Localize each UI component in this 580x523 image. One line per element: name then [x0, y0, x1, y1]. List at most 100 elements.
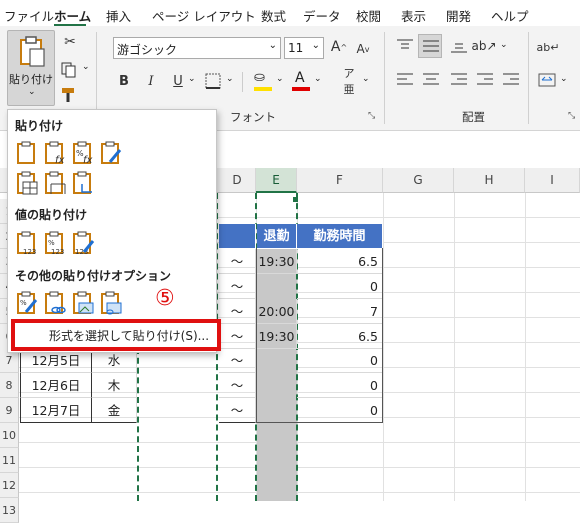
column-header-e[interactable]: E — [256, 168, 297, 193]
paste-values-icon[interactable]: 123 — [14, 230, 40, 256]
day-cell[interactable]: 木 — [92, 373, 137, 398]
decrease-font-icon[interactable]: Av — [354, 40, 372, 58]
paste-picture-icon[interactable] — [70, 290, 96, 316]
tab-help[interactable]: ヘルプ — [491, 6, 529, 25]
fill-color-icon[interactable]: ⛀ — [254, 70, 272, 92]
align-right-icon[interactable] — [450, 72, 468, 88]
align-left-icon[interactable] — [396, 72, 414, 88]
work-hours-cell[interactable]: 7 — [297, 299, 383, 324]
tab-file[interactable]: ファイル — [4, 6, 54, 25]
font-name-select[interactable]: 游ゴシック ⌄ — [113, 37, 281, 59]
chevron-down-icon[interactable]: ⌄ — [560, 74, 568, 84]
decrease-indent-icon[interactable] — [476, 72, 494, 88]
tilde-cell[interactable]: 〜 — [219, 274, 256, 299]
merge-center-icon[interactable] — [538, 72, 556, 88]
paste-transpose-icon[interactable] — [70, 170, 96, 196]
paste-keep-source-format-icon[interactable] — [98, 140, 124, 166]
row-header-13[interactable]: 13 — [0, 498, 19, 523]
paste-formulas-number-format-icon[interactable]: %fx — [70, 140, 96, 166]
increase-indent-icon[interactable] — [502, 72, 520, 88]
chevron-down-icon[interactable]: ⌄ — [226, 74, 234, 84]
work-hours-cell[interactable]: 0 — [297, 373, 383, 398]
copy-dropdown-icon[interactable]: ⌄ — [82, 62, 90, 72]
paste-linked-picture-icon[interactable] — [98, 290, 124, 316]
align-top-icon[interactable] — [396, 38, 414, 54]
tab-page-layout[interactable]: ページ レイアウト — [152, 6, 256, 25]
fill-handle[interactable] — [293, 197, 298, 202]
chevron-down-icon[interactable]: ⌄ — [276, 74, 284, 84]
work-hours-cell[interactable]: 0 — [297, 348, 383, 373]
work-hours-cell[interactable]: 6.5 — [297, 324, 383, 349]
date-cell[interactable]: 12月6日 — [20, 373, 92, 398]
tab-review[interactable]: 校閲 — [356, 6, 381, 25]
paste-formulas-icon[interactable]: fx — [42, 140, 68, 166]
svg-text:123: 123 — [23, 248, 36, 256]
column-header-h[interactable]: H — [454, 168, 525, 193]
bold-icon[interactable]: B — [116, 72, 132, 90]
tilde-cell[interactable]: 〜 — [219, 324, 256, 349]
chevron-down-icon: ⌄ — [28, 87, 36, 97]
font-color-icon[interactable]: A — [292, 70, 310, 92]
work-hours-cell[interactable]: 0 — [297, 398, 383, 423]
paste-no-borders-icon[interactable] — [14, 170, 40, 196]
column-header-f[interactable]: F — [297, 168, 383, 193]
orientation-icon[interactable]: ab↗ — [471, 36, 496, 56]
row-header-10[interactable]: 10 — [0, 423, 19, 448]
paste-keep-column-widths-icon[interactable] — [42, 170, 68, 196]
align-center-icon[interactable] — [422, 72, 440, 88]
paste-values-number-format-icon[interactable]: %123 — [42, 230, 68, 256]
alignment-dialog-launcher-icon[interactable]: ⤡ — [568, 111, 575, 121]
column-header-d[interactable]: D — [219, 168, 256, 193]
paste-special-menu-item[interactable]: 形式を選択して貼り付け(S)... — [11, 319, 221, 351]
end-time-cell[interactable]: 20:00 — [257, 299, 297, 324]
work-hours-cell[interactable]: 6.5 — [297, 249, 383, 274]
paste-button[interactable]: 貼り付け ⌄ — [7, 30, 55, 106]
tab-data[interactable]: データ — [303, 6, 341, 25]
svg-text:fx: fx — [83, 155, 93, 166]
end-time-cell[interactable]: 19:30 — [257, 249, 297, 274]
tilde-cell[interactable]: 〜 — [219, 373, 256, 398]
tilde-cell[interactable]: 〜 — [219, 348, 256, 373]
font-dialog-launcher-icon[interactable]: ⤡ — [368, 111, 375, 121]
align-middle-button[interactable] — [418, 34, 442, 58]
phonetic-icon[interactable]: ア亜 — [340, 67, 358, 96]
grid-col-line — [383, 193, 384, 501]
chevron-down-icon[interactable]: ⌄ — [314, 74, 322, 84]
cut-icon[interactable]: ✂ — [62, 34, 78, 50]
column-header-g[interactable]: G — [383, 168, 454, 193]
end-time-cell[interactable]: 19:30 — [257, 324, 297, 349]
format-painter-icon[interactable] — [60, 86, 78, 104]
work-hours-cell[interactable]: 0 — [297, 274, 383, 299]
column-header-i[interactable]: I — [525, 168, 580, 193]
underline-icon[interactable]: U — [170, 72, 186, 90]
row-header-9[interactable]: 9 — [0, 398, 19, 423]
border-icon[interactable] — [204, 72, 222, 90]
increase-font-icon[interactable]: A ^ — [330, 38, 348, 56]
date-cell[interactable]: 12月7日 — [20, 398, 92, 423]
copy-icon[interactable] — [61, 62, 77, 78]
row-header-12[interactable]: 12 — [0, 473, 19, 498]
tab-home[interactable]: ホーム — [54, 6, 91, 25]
paste-link-icon[interactable] — [42, 290, 68, 316]
align-bottom-icon[interactable] — [450, 38, 468, 54]
wrap-text-icon[interactable]: ab↵ — [537, 36, 560, 58]
tab-developer[interactable]: 開発 — [446, 6, 471, 25]
row-header-8[interactable]: 8 — [0, 373, 19, 398]
tilde-cell[interactable]: 〜 — [219, 249, 256, 274]
tilde-cell[interactable]: 〜 — [219, 398, 256, 423]
paste-values-source-format-icon[interactable]: 123 — [70, 230, 96, 256]
tab-view[interactable]: 表示 — [401, 6, 426, 25]
italic-icon[interactable]: I — [143, 72, 159, 90]
chevron-down-icon[interactable]: ⌄ — [188, 74, 196, 84]
font-size-select[interactable]: 11 ⌄ — [284, 37, 324, 59]
chevron-down-icon[interactable]: ⌄ — [500, 40, 508, 50]
section-title-other-paste-options: その他の貼り付けオプション — [15, 269, 172, 283]
day-cell[interactable]: 金 — [92, 398, 137, 423]
paste-formatting-icon[interactable]: % — [14, 290, 40, 316]
paste-icon[interactable] — [14, 140, 40, 166]
row-header-11[interactable]: 11 — [0, 448, 19, 473]
tilde-cell[interactable]: 〜 — [219, 299, 256, 324]
chevron-down-icon[interactable]: ⌄ — [362, 74, 370, 84]
tab-insert[interactable]: 挿入 — [106, 6, 131, 25]
tab-formulas[interactable]: 数式 — [261, 6, 286, 25]
